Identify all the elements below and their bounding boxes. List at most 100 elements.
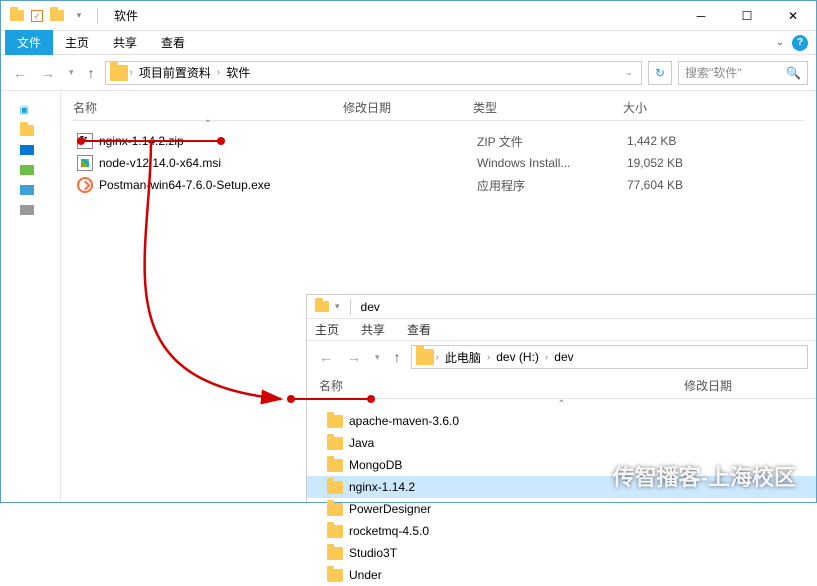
search-placeholder: 搜索"软件"	[685, 64, 742, 81]
folder-row[interactable]: Studio3T	[307, 542, 816, 564]
nav-item[interactable]: ▣	[20, 103, 42, 117]
file-name: node-v12.14.0-x64.msi	[99, 156, 347, 170]
folder-icon	[327, 525, 343, 538]
folder-qat-icon[interactable]	[49, 8, 65, 24]
folder-icon	[315, 301, 329, 312]
qat-dropdown-icon[interactable]: ▾	[71, 8, 87, 24]
folder-row[interactable]: Java	[307, 432, 816, 454]
forward-button[interactable]: →	[37, 63, 59, 83]
crumb-item[interactable]: dev (H:)	[492, 348, 543, 366]
tab-share[interactable]: 共享	[361, 321, 385, 338]
col-name[interactable]: 名称	[73, 99, 343, 116]
folder-row[interactable]: Under	[307, 564, 816, 586]
file-row[interactable]: nginx-1.14.2.zipZIP 文件1,442 KB	[73, 130, 804, 152]
column-headers: 名称 修改日期 类型 大小	[73, 99, 804, 121]
refresh-button[interactable]: ↻	[648, 61, 672, 85]
maximize-button[interactable]: ☐	[724, 1, 770, 31]
chevron-right-icon[interactable]: ›	[130, 67, 133, 78]
folder-name: nginx-1.14.2	[349, 480, 415, 494]
folder-name: Studio3T	[349, 546, 397, 560]
nav-item[interactable]	[20, 203, 42, 217]
sort-indicator-icon: ⌃	[307, 399, 816, 410]
tab-home[interactable]: 主页	[53, 30, 101, 55]
folder-icon	[327, 569, 343, 582]
up-button[interactable]: ↑	[84, 63, 99, 83]
sort-indicator-icon: ⌃	[73, 119, 343, 130]
folder-row[interactable]: PowerDesigner	[307, 498, 816, 520]
folder-icon	[416, 349, 434, 365]
window2-title: dev	[361, 300, 380, 314]
ribbon-collapse-icon[interactable]: ⌄	[776, 37, 784, 48]
tab-share[interactable]: 共享	[101, 30, 149, 55]
folder-icon	[327, 481, 343, 494]
folder-icon	[327, 437, 343, 450]
tab-file[interactable]: 文件	[5, 30, 53, 55]
forward-button[interactable]: →	[343, 347, 365, 367]
file-row[interactable]: node-v12.14.0-x64.msi Windows Install...1…	[73, 152, 804, 174]
folder-name: apache-maven-3.6.0	[349, 414, 459, 428]
col-size[interactable]: 大小	[623, 99, 723, 116]
tab-view[interactable]: 查看	[149, 30, 197, 55]
folder-row[interactable]: rocketmq-4.5.0	[307, 520, 816, 542]
tab-view[interactable]: 查看	[407, 321, 431, 338]
checkbox-icon[interactable]: ✓	[31, 10, 43, 22]
folder-icon	[327, 415, 343, 428]
file-icon	[77, 133, 93, 149]
file-list-pane: 名称 修改日期 类型 大小 ⌃ nginx-1.14.2.zipZIP 文件1,…	[61, 91, 816, 502]
file-size: 19,052 KB	[627, 156, 727, 170]
breadcrumb[interactable]: › 项目前置资料 › 软件 ⌄	[105, 61, 642, 85]
tab-home[interactable]: 主页	[315, 321, 339, 338]
crumb-item[interactable]: 此电脑	[441, 347, 485, 368]
folder-name: Java	[349, 436, 374, 450]
file-row[interactable]: Postman-win64-7.6.0-Setup.exe 应用程序77,604 …	[73, 174, 804, 196]
folder-icon	[110, 65, 128, 81]
back-button[interactable]: ←	[315, 347, 337, 367]
file-type: 应用程序	[477, 177, 627, 194]
crumb-item[interactable]: 项目前置资料	[135, 62, 215, 83]
crumb-item[interactable]: 软件	[222, 62, 254, 83]
folder-icon	[327, 547, 343, 560]
minimize-button[interactable]: ─	[678, 1, 724, 31]
search-input[interactable]: 搜索"软件" 🔍	[678, 61, 808, 85]
folder-name: MongoDB	[349, 458, 402, 472]
crumb-dropdown-icon[interactable]: ⌄	[625, 67, 637, 78]
close-button[interactable]: ✕	[770, 1, 816, 31]
watermark: 传智播客-上海校区	[613, 460, 796, 492]
folder-icon	[327, 459, 343, 472]
file-icon	[77, 155, 93, 171]
nav-pane: ▣	[1, 91, 61, 502]
nav-item[interactable]	[20, 123, 42, 137]
col-name[interactable]: 名称	[319, 377, 684, 394]
breadcrumb[interactable]: › 此电脑 › dev (H:) › dev	[411, 345, 808, 369]
chevron-right-icon[interactable]: ›	[436, 352, 439, 363]
help-icon[interactable]: ?	[792, 35, 808, 51]
folder-row[interactable]: apache-maven-3.6.0	[307, 410, 816, 432]
file-type: ZIP 文件	[477, 133, 627, 150]
chevron-right-icon[interactable]: ›	[545, 352, 548, 363]
file-type: Windows Install...	[477, 156, 627, 170]
up-button[interactable]: ↑	[390, 347, 405, 367]
nav-item[interactable]	[20, 163, 42, 177]
titlebar: ✓ ▾ 软件 ─ ☐ ✕	[1, 1, 816, 31]
search-icon[interactable]: 🔍	[786, 66, 801, 80]
col-type[interactable]: 类型	[473, 99, 623, 116]
folder-name: rocketmq-4.5.0	[349, 524, 429, 538]
recent-dropdown[interactable]: ▾	[65, 65, 78, 80]
file-name: nginx-1.14.2.zip	[99, 134, 347, 148]
col-date[interactable]: 修改日期	[684, 377, 804, 394]
file-size: 77,604 KB	[627, 178, 727, 192]
back-button[interactable]: ←	[9, 63, 31, 83]
folder-icon	[327, 503, 343, 516]
col-date[interactable]: 修改日期	[343, 99, 473, 116]
crumb-item[interactable]: dev	[550, 348, 577, 366]
folder-icon	[9, 8, 25, 24]
qat-dropdown-icon[interactable]: ▾	[335, 301, 340, 312]
file-name: Postman-win64-7.6.0-Setup.exe	[99, 178, 347, 192]
chevron-right-icon[interactable]: ›	[487, 352, 490, 363]
nav-item[interactable]	[20, 183, 42, 197]
ribbon-tabs: 文件 主页 共享 查看 ⌄ ?	[1, 31, 816, 55]
window-title: 软件	[114, 7, 138, 24]
nav-item[interactable]	[20, 143, 42, 157]
chevron-right-icon[interactable]: ›	[217, 67, 220, 78]
recent-dropdown[interactable]: ▾	[371, 350, 384, 365]
